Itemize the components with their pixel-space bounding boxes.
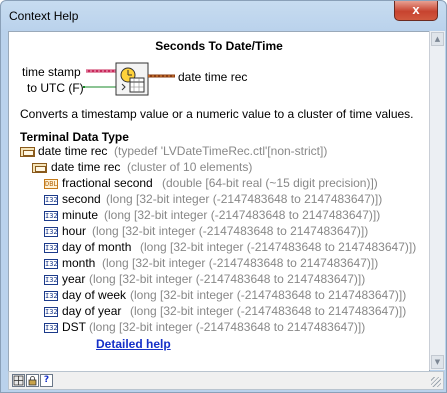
element-type: (long [32-bit integer (-2147483648 to 21… (89, 272, 366, 286)
long-integer-icon: I32 (44, 291, 58, 301)
element-type: (long [32-bit integer (-2147483648 to 21… (102, 256, 379, 270)
detailed-help-link[interactable]: Detailed help (96, 337, 171, 351)
help-content: Seconds To Date/Time time stamp to UTC (… (8, 31, 430, 372)
element-name: day of week (62, 288, 127, 302)
long-integer-icon: I32 (44, 275, 58, 285)
element-name: year (62, 272, 86, 286)
element-name: hour (62, 224, 87, 238)
context-help-window: Context Help x Seconds To Date/Time time… (0, 0, 447, 393)
cluster-type: (cluster of 10 elements) (127, 160, 253, 174)
lock-icon (28, 376, 37, 386)
long-integer-icon: I32 (44, 323, 58, 333)
element-type: (long [32-bit integer (-2147483648 to 21… (104, 208, 381, 222)
output-date-time-rec-label: date time rec (178, 70, 248, 84)
window-title: Context Help (9, 9, 79, 23)
long-integer-icon: I32 (44, 307, 58, 317)
cluster-icon (20, 147, 35, 157)
long-integer-icon: I32 (44, 211, 58, 221)
show-optional-terminals-button[interactable] (12, 374, 25, 387)
scroll-up-arrow-icon[interactable]: ▲ (431, 32, 444, 46)
element-type: (long [32-bit integer (-2147483648 to 21… (140, 240, 417, 254)
long-integer-icon: I32 (44, 259, 58, 269)
long-integer-icon: I32 (44, 243, 58, 253)
detailed-help-button[interactable]: ? (40, 374, 53, 387)
double-icon: DBL (44, 179, 58, 189)
element-type: (long [32-bit integer (-2147483648 to 21… (89, 320, 366, 334)
element-name: DST (62, 320, 86, 334)
root-name: date time rec (38, 144, 108, 158)
resize-grip-icon[interactable] (431, 377, 441, 387)
element-name: day of year (62, 304, 122, 318)
scroll-down-arrow-icon[interactable]: ▼ (431, 355, 444, 369)
element-name: day of month (62, 240, 132, 254)
lock-help-button[interactable] (26, 374, 39, 387)
function-icon (115, 62, 149, 96)
function-description: Converts a timestamp value or a numeric … (20, 107, 414, 121)
element-name: month (62, 256, 96, 270)
help-toolbar: ? (8, 371, 444, 390)
terminal-data-type-heading: Terminal Data Type (20, 130, 129, 144)
long-integer-icon: I32 (44, 227, 58, 237)
terminals-icon (13, 375, 24, 386)
element-name: fractional second (62, 176, 153, 190)
cluster-icon (32, 163, 47, 173)
title-bar[interactable]: Context Help x (1, 1, 446, 31)
vertical-scrollbar[interactable]: ▲ ▼ (429, 31, 445, 370)
close-button[interactable]: x (394, 1, 438, 21)
long-integer-icon: I32 (44, 195, 58, 205)
element-type: (long [32-bit integer (-2147483648 to 21… (92, 224, 369, 238)
element-type: (double [64-bit real (~15 digit precisio… (162, 176, 378, 190)
element-name: minute (62, 208, 99, 222)
cluster-name: date time rec (51, 160, 121, 174)
element-type: (long [32-bit integer (-2147483648 to 21… (106, 192, 383, 206)
element-type: (long [32-bit integer (-2147483648 to 21… (130, 288, 407, 302)
element-name: second (62, 192, 101, 206)
element-type: (long [32-bit integer (-2147483648 to 21… (130, 304, 407, 318)
root-type: (typedef 'LVDateTimeRec.ctl'[non-strict]… (114, 144, 328, 158)
